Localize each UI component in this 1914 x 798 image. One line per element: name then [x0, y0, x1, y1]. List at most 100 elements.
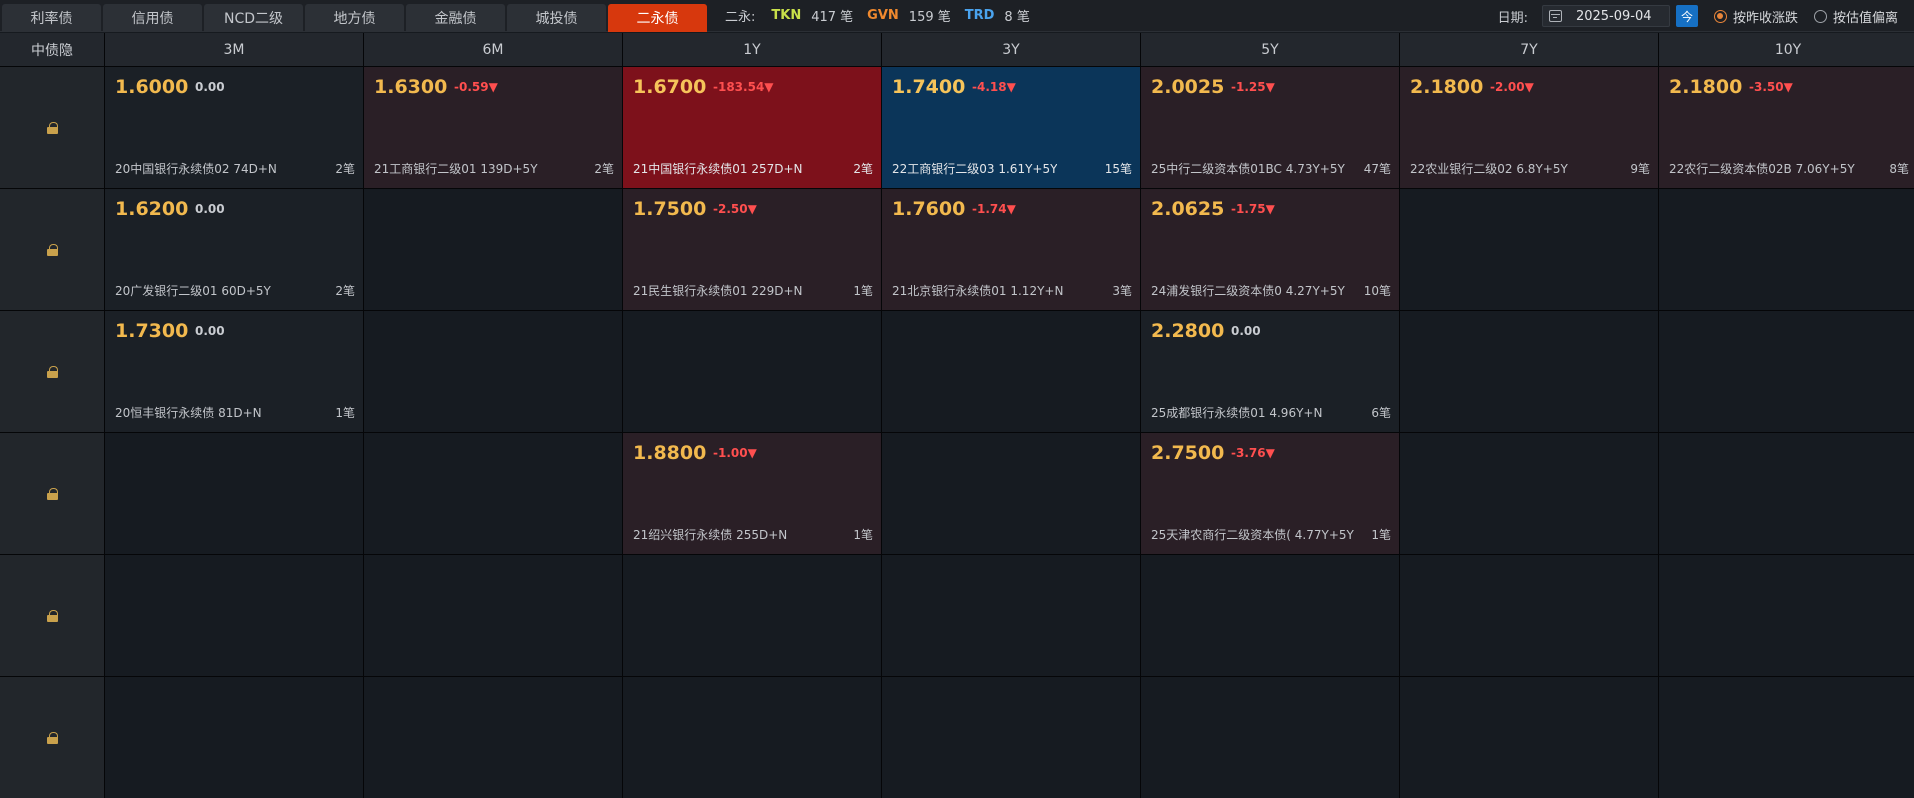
empty-cell[interactable]: [882, 677, 1140, 798]
date-picker[interactable]: 2025-09-04: [1541, 5, 1670, 27]
empty-cell[interactable]: [1659, 189, 1914, 310]
quote-cell[interactable]: 1.7400 -4.18▼ 22工商银行二级03 1.61Y+5Y 15笔: [882, 67, 1140, 188]
radio-valuation[interactable]: 按估值偏离: [1813, 7, 1898, 26]
quote-cell[interactable]: 2.0625 -1.75▼ 24浦发银行二级资本债0 4.27Y+5Y 10笔: [1141, 189, 1399, 310]
empty-cell[interactable]: [364, 555, 622, 676]
empty-cell[interactable]: [105, 555, 363, 676]
bond-name: 22工商银行二级03 1.61Y+5Y: [892, 162, 1058, 176]
row-header[interactable]: [0, 677, 104, 798]
row-header[interactable]: [0, 189, 104, 310]
summary-gvn-count: 159 笔: [908, 10, 951, 25]
quote-cell[interactable]: 2.1800 -3.50▼ 22农行二级资本债02B 7.06Y+5Y 8笔: [1659, 67, 1914, 188]
quote-cell[interactable]: 1.6300 -0.59▼ 21工商银行二级01 139D+5Y 2笔: [364, 67, 622, 188]
quote-cell[interactable]: 1.6700 -183.54▼ 21中国银行永续债01 257D+N 2笔: [623, 67, 881, 188]
change-value: -0.59▼: [454, 80, 498, 94]
radio-valuation-label[interactable]: 按估值偏离: [1833, 7, 1898, 26]
empty-cell[interactable]: [1400, 555, 1658, 676]
lock-icon[interactable]: [46, 365, 58, 378]
radio-checked-icon[interactable]: [1713, 9, 1727, 23]
trade-count: 1笔: [853, 528, 873, 542]
empty-cell[interactable]: [1400, 189, 1658, 310]
row-header[interactable]: [0, 311, 104, 432]
empty-cell[interactable]: [623, 677, 881, 798]
empty-cell[interactable]: [1400, 311, 1658, 432]
lock-icon[interactable]: [46, 487, 58, 500]
quote-cell[interactable]: 1.6200 0.00 20广发银行二级01 60D+5Y 2笔: [105, 189, 363, 310]
empty-cell[interactable]: [1659, 311, 1914, 432]
tab-2[interactable]: NCD二级: [204, 3, 303, 32]
yield-value: 1.7400: [892, 76, 966, 98]
tab-6[interactable]: 二永债: [608, 3, 707, 32]
quote-cell[interactable]: 1.6000 0.00 20中国银行永续债02 74D+N 2笔: [105, 67, 363, 188]
empty-cell[interactable]: [364, 311, 622, 432]
today-button[interactable]: 今: [1675, 5, 1698, 27]
empty-cell[interactable]: [1400, 677, 1658, 798]
empty-cell[interactable]: [1659, 677, 1914, 798]
quote-cell[interactable]: 2.1800 -2.00▼ 22农业银行二级02 6.8Y+5Y 9笔: [1400, 67, 1658, 188]
empty-cell[interactable]: [105, 433, 363, 554]
yield-value: 2.1800: [1669, 76, 1743, 98]
trade-count: 15笔: [1104, 162, 1132, 176]
empty-cell[interactable]: [105, 677, 363, 798]
quote-cell[interactable]: 2.0025 -1.25▼ 25中行二级资本债01BC 4.73Y+5Y 47笔: [1141, 67, 1399, 188]
column-header[interactable]: 3Y: [882, 33, 1140, 66]
quote-cell[interactable]: 2.2800 0.00 25成都银行永续债01 4.96Y+N 6笔: [1141, 311, 1399, 432]
column-header[interactable]: 10Y: [1659, 33, 1914, 66]
lock-icon[interactable]: [46, 243, 58, 256]
bond-name: 21绍兴银行永续债 255D+N: [633, 528, 788, 542]
right-controls: 日期: 2025-09-04 今 按昨收涨跌 按估值偏离: [1498, 0, 1914, 32]
column-header[interactable]: 7Y: [1400, 33, 1658, 66]
trade-count: 2笔: [594, 162, 614, 176]
quote-cell[interactable]: 2.7500 -3.76▼ 25天津农商行二级资本债( 4.77Y+5Y 1笔: [1141, 433, 1399, 554]
quote-cell[interactable]: 1.8800 -1.00▼ 21绍兴银行永续债 255D+N 1笔: [623, 433, 881, 554]
empty-cell[interactable]: [1141, 555, 1399, 676]
corner-header[interactable]: 中债隐: [0, 33, 104, 66]
column-header[interactable]: 3M: [105, 33, 363, 66]
empty-cell[interactable]: [1141, 677, 1399, 798]
row-header[interactable]: [0, 433, 104, 554]
tab-1[interactable]: 信用债: [103, 3, 202, 32]
date-label: 日期:: [1497, 10, 1528, 26]
change-value: -3.50▼: [1749, 80, 1793, 94]
quote-cell[interactable]: 1.7500 -2.50▼ 21民生银行永续债01 229D+N 1笔: [623, 189, 881, 310]
empty-cell[interactable]: [623, 311, 881, 432]
trade-count: 2笔: [853, 162, 873, 176]
lock-icon[interactable]: [46, 121, 58, 134]
quote-cell[interactable]: 1.7600 -1.74▼ 21北京银行永续债01 1.12Y+N 3笔: [882, 189, 1140, 310]
yield-value: 1.7500: [633, 198, 707, 220]
column-header[interactable]: 5Y: [1141, 33, 1399, 66]
tab-0[interactable]: 利率债: [2, 3, 101, 32]
empty-cell[interactable]: [882, 433, 1140, 554]
empty-cell[interactable]: [1400, 433, 1658, 554]
empty-cell[interactable]: [1659, 555, 1914, 676]
tab-4[interactable]: 金融债: [406, 3, 505, 32]
yield-value: 1.6200: [115, 198, 189, 220]
tab-5[interactable]: 城投债: [507, 3, 606, 32]
lock-icon[interactable]: [46, 609, 58, 622]
bond-name: 20恒丰银行永续债 81D+N: [115, 406, 262, 420]
empty-cell[interactable]: [882, 311, 1140, 432]
column-header[interactable]: 6M: [364, 33, 622, 66]
column-header[interactable]: 1Y: [623, 33, 881, 66]
row-header[interactable]: [0, 555, 104, 676]
radio-prev-close-label[interactable]: 按昨收涨跌: [1733, 7, 1798, 26]
row-header[interactable]: [0, 67, 104, 188]
trade-count: 1笔: [1371, 528, 1391, 542]
date-value[interactable]: 2025-09-04: [1576, 9, 1652, 24]
quote-cell[interactable]: 1.7300 0.00 20恒丰银行永续债 81D+N 1笔: [105, 311, 363, 432]
radio-unchecked-icon[interactable]: [1813, 9, 1827, 23]
empty-cell[interactable]: [882, 555, 1140, 676]
empty-cell[interactable]: [623, 555, 881, 676]
yield-grid: 中债隐 3M 6M 1Y 3Y 5Y 7Y 10Y 1.6000 0.00 20中国银行永续债02 …: [0, 33, 1914, 798]
lock-icon[interactable]: [46, 731, 58, 744]
empty-cell[interactable]: [364, 189, 622, 310]
trade-count: 47笔: [1363, 162, 1391, 176]
empty-cell[interactable]: [364, 677, 622, 798]
tab-3[interactable]: 地方债: [305, 3, 404, 32]
empty-cell[interactable]: [364, 433, 622, 554]
trade-count: 1笔: [853, 284, 873, 298]
calendar-icon[interactable]: [1548, 10, 1562, 22]
yield-value: 2.2800: [1151, 320, 1225, 342]
empty-cell[interactable]: [1659, 433, 1914, 554]
radio-prev-close[interactable]: 按昨收涨跌: [1713, 7, 1798, 26]
